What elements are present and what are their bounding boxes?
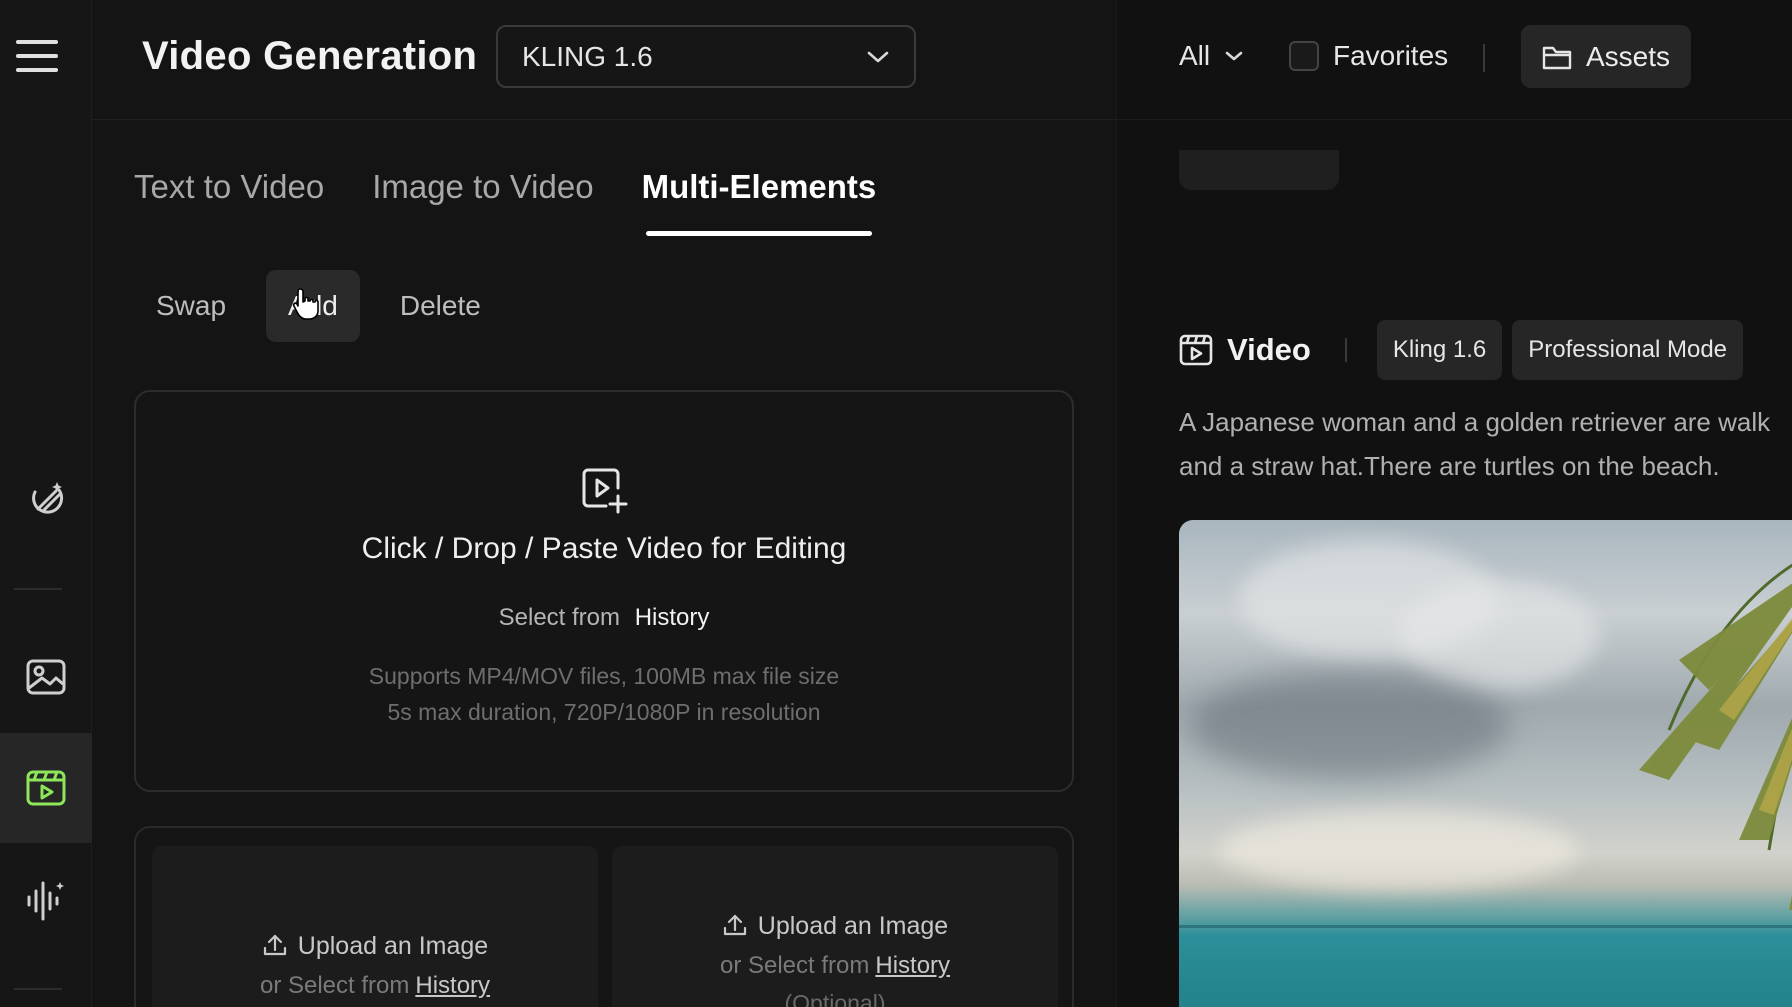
results-toolbar: All Favorites Assets	[1117, 0, 1792, 120]
video-add-icon	[580, 466, 630, 519]
generation-panel: Text to Video Image to Video Multi-Eleme…	[92, 120, 1116, 1007]
previous-item-tag	[1179, 150, 1339, 190]
chevron-down-icon	[1225, 51, 1243, 61]
rail-divider	[14, 588, 62, 590]
toolbar-divider	[1483, 44, 1485, 72]
video-label: Video	[1227, 332, 1311, 367]
assets-label: Assets	[1585, 40, 1671, 72]
prompt-line-1: A Japanese woman and a golden retriever …	[1179, 407, 1771, 437]
history-link[interactable]: History	[635, 604, 710, 631]
upload-image-label: Upload an Image	[757, 912, 949, 940]
select-history-row: or Select from History	[612, 952, 1058, 980]
cloud-shape	[1219, 810, 1579, 890]
element-upload-card-optional[interactable]: Upload an Image or Select from History (O…	[612, 846, 1058, 1007]
favorites-toggle[interactable]: Favorites	[1289, 40, 1448, 72]
subtab-swap[interactable]: Swap	[134, 270, 248, 342]
mode-tag: Professional Mode	[1512, 320, 1744, 380]
rail-audio[interactable]	[0, 845, 92, 955]
tab-text-to-video[interactable]: Text to Video	[134, 168, 324, 236]
favorites-label: Favorites	[1333, 40, 1449, 71]
model-select[interactable]: KLING 1.6	[496, 25, 916, 88]
video-icon	[26, 770, 66, 806]
page-title: Video Generation	[142, 34, 478, 78]
folder-icon	[1542, 46, 1572, 69]
audio-icon	[27, 881, 64, 921]
menu-icon[interactable]	[16, 40, 58, 74]
video-result-header: Video Kling 1.6 Professional Mode	[1179, 320, 1753, 380]
history-link[interactable]: History	[415, 972, 490, 999]
dropzone-title: Click / Drop / Paste Video for Editing	[361, 532, 847, 565]
header-divider	[1344, 338, 1347, 362]
tab-image-to-video[interactable]: Image to Video	[372, 168, 593, 236]
element-upload-card[interactable]: Upload an Image or Select from History	[152, 846, 598, 1007]
dropzone-history-line: Select from History	[136, 604, 1072, 632]
upload-icon	[263, 934, 286, 956]
elements-container: Upload an Image or Select from History Up…	[134, 826, 1074, 1007]
filter-dropdown[interactable]: All	[1179, 40, 1244, 72]
optional-label: (Optional)	[784, 990, 886, 1007]
app-root: Video Generation KLING 1.6 Text to Video…	[0, 0, 1792, 1007]
effects-icon	[32, 482, 64, 514]
results-panel: All Favorites Assets Video Kling 1.6 Pro…	[1116, 0, 1792, 1007]
model-tag: Kling 1.6	[1376, 320, 1503, 380]
upload-row: Upload an Image	[152, 932, 598, 961]
select-from-label: Select from	[498, 604, 621, 631]
support-line-1: Supports MP4/MOV files, 100MB max file s…	[368, 663, 840, 689]
video-prompt: A Japanese woman and a golden retriever …	[1179, 400, 1792, 488]
page-header: Video Generation KLING 1.6	[92, 0, 1116, 120]
rail-effects[interactable]	[0, 444, 92, 554]
rail-video[interactable]	[0, 733, 92, 843]
palm-leaves	[1639, 563, 1792, 910]
video-clip-icon	[1179, 334, 1213, 366]
assets-button[interactable]: Assets	[1521, 25, 1691, 88]
upload-icon	[723, 914, 746, 936]
video-preview[interactable]	[1179, 520, 1792, 1007]
pointer-cursor-icon	[292, 288, 319, 320]
left-rail	[0, 0, 92, 1007]
upload-image-label: Upload an Image	[297, 932, 489, 960]
upload-row: Upload an Image	[612, 912, 1058, 941]
prompt-line-2: and a straw hat.There are turtles on the…	[1179, 451, 1720, 481]
rail-divider	[14, 988, 62, 990]
or-select-label: or Select from	[719, 952, 870, 979]
subtab-delete[interactable]: Delete	[378, 270, 503, 342]
rail-images[interactable]	[0, 622, 92, 732]
select-history-row: or Select from History	[152, 972, 598, 1000]
chevron-down-icon	[867, 51, 889, 62]
model-select-value: KLING 1.6	[522, 40, 653, 72]
tab-multi-elements[interactable]: Multi-Elements	[642, 168, 876, 236]
filter-value: All	[1179, 40, 1211, 71]
favorites-checkbox[interactable]	[1289, 41, 1319, 71]
history-link[interactable]: History	[875, 952, 950, 979]
mode-tabs: Text to Video Image to Video Multi-Eleme…	[134, 168, 876, 236]
support-line-2: 5s max duration, 720P/1080P in resolutio…	[387, 699, 821, 725]
dropzone-support-text: Supports MP4/MOV files, 100MB max file s…	[136, 658, 1072, 730]
or-select-label: or Select from	[259, 972, 410, 999]
video-upload-dropzone[interactable]: Click / Drop / Paste Video for Editing S…	[134, 390, 1074, 792]
cloud-shape	[1189, 670, 1509, 780]
image-icon	[26, 659, 66, 695]
